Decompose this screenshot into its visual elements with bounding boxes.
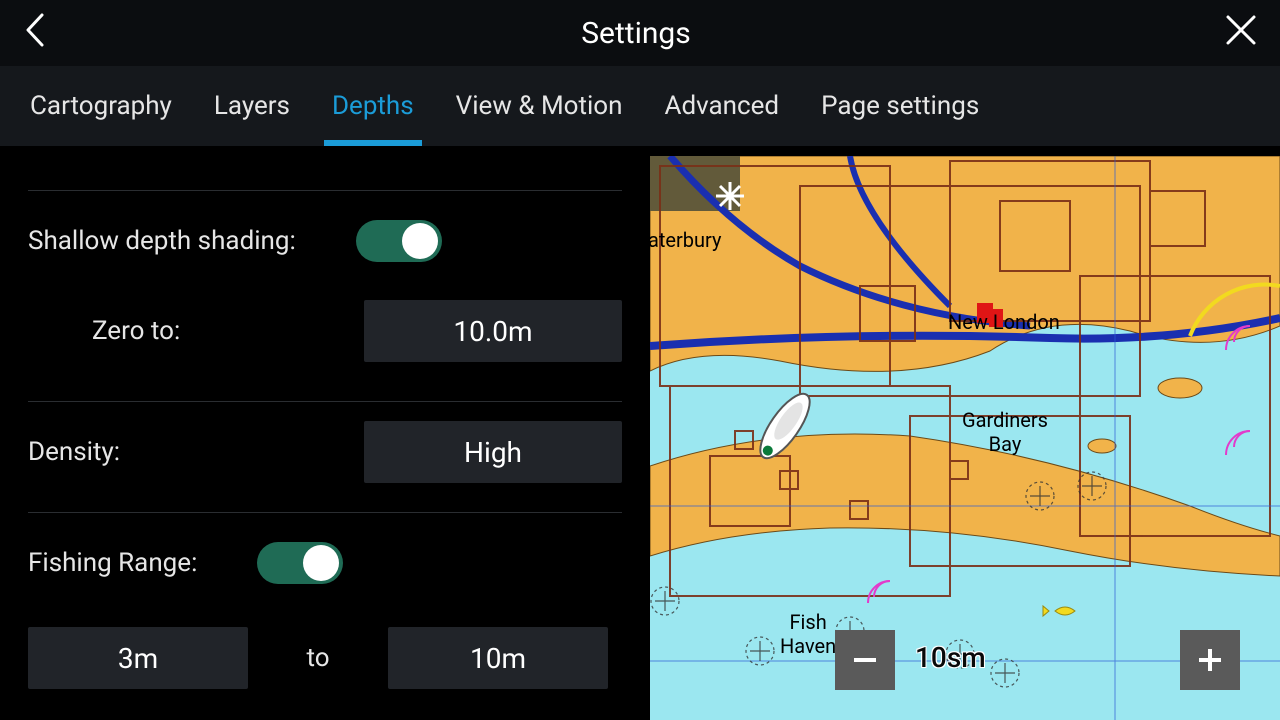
settings-pane: Shallow depth shading: Zero to: 10.0m De… — [0, 146, 650, 720]
fishing-range-from-button[interactable]: 3m — [28, 627, 248, 689]
tab-layers[interactable]: Layers — [194, 66, 310, 146]
tab-depths[interactable]: Depths — [312, 66, 434, 146]
close-button[interactable] — [1224, 13, 1258, 53]
density-label: Density: — [28, 437, 120, 467]
fishing-range-label: Fishing Range: — [28, 548, 197, 578]
tab-label: Cartography — [30, 91, 172, 121]
toggle-knob — [402, 223, 438, 259]
title-bar: Settings — [0, 0, 1280, 66]
map-scale-label: 10sm — [915, 641, 986, 674]
tab-label: Layers — [214, 91, 290, 121]
tab-advanced[interactable]: Advanced — [645, 66, 800, 146]
plus-icon — [1193, 643, 1227, 677]
tab-view-motion[interactable]: View & Motion — [436, 66, 643, 146]
shallow-shading-label: Shallow depth shading: — [28, 226, 296, 256]
toggle-knob — [303, 545, 339, 581]
tab-label: Page settings — [821, 91, 979, 121]
chevron-left-icon — [22, 11, 48, 49]
density-value-button[interactable]: High — [364, 421, 622, 483]
tab-label: View & Motion — [456, 91, 623, 121]
body: Shallow depth shading: Zero to: 10.0m De… — [0, 146, 1280, 720]
page-title: Settings — [48, 16, 1224, 51]
fishing-range-toggle[interactable] — [257, 542, 343, 584]
zoom-in-button[interactable] — [1180, 630, 1240, 690]
row-shallow-shading: Shallow depth shading: — [28, 191, 622, 291]
zero-to-value-button[interactable]: 10.0m — [364, 300, 622, 362]
fishing-range-to-label: to — [268, 643, 368, 673]
fishing-range-to-value: 10m — [470, 642, 526, 675]
zero-to-label: Zero to: — [92, 316, 180, 346]
row-fishing-range-values: 3m to 10m — [28, 613, 622, 703]
close-icon — [1224, 13, 1258, 47]
tab-label: Advanced — [665, 91, 780, 121]
fishing-range-from-value: 3m — [118, 642, 158, 675]
tab-cartography[interactable]: Cartography — [10, 66, 192, 146]
density-value: High — [464, 436, 522, 469]
row-fishing-range: Fishing Range: — [28, 513, 622, 613]
zero-to-value: 10.0m — [453, 315, 532, 348]
map-preview[interactable]: aterbury New London Gardiners Bay Fish H… — [650, 156, 1280, 720]
row-density: Density: High — [28, 402, 622, 502]
shallow-shading-toggle[interactable] — [356, 220, 442, 262]
row-zero-to: Zero to: 10.0m — [28, 291, 622, 371]
tab-bar: Cartography Layers Depths View & Motion … — [0, 66, 1280, 146]
tab-label: Depths — [332, 91, 414, 121]
fishing-range-to-button[interactable]: 10m — [388, 627, 608, 689]
minus-icon — [848, 643, 882, 677]
back-button[interactable] — [22, 11, 48, 55]
tab-page-settings[interactable]: Page settings — [801, 66, 999, 146]
zoom-out-button[interactable] — [835, 630, 895, 690]
